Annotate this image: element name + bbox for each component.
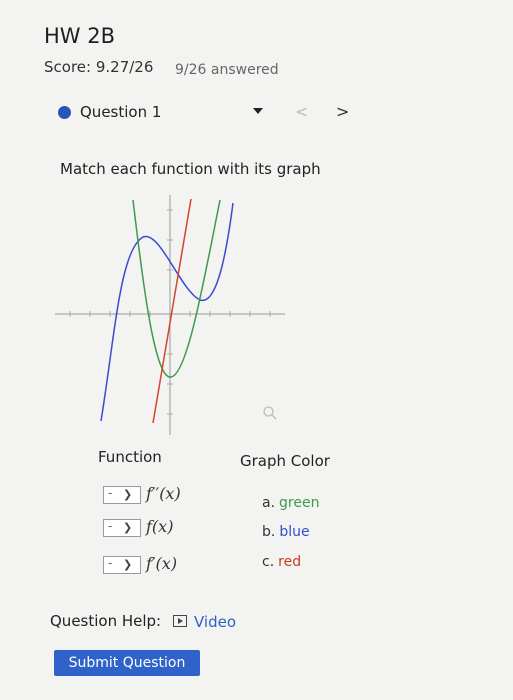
question-selector[interactable]: Question 1 < >: [58, 102, 358, 126]
function-graph: [55, 195, 285, 435]
red-line: [152, 198, 192, 424]
video-icon[interactable]: [173, 615, 187, 627]
function-column-header: Function: [98, 448, 162, 466]
score-text: Score: 9.27/26: [44, 58, 154, 76]
option-color-name: blue: [279, 524, 310, 540]
question-label: Question 1: [80, 103, 162, 121]
magnify-icon[interactable]: [262, 405, 278, 421]
function-label: f′(x): [146, 554, 178, 573]
color-option: a. green: [262, 495, 319, 511]
color-option: c. red: [262, 554, 301, 570]
option-letter: a.: [262, 495, 276, 511]
function-label: f(x): [146, 517, 174, 536]
question-status-dot: [58, 106, 71, 119]
submit-question-button[interactable]: Submit Question: [54, 650, 200, 676]
assignment-title: HW 2B: [44, 24, 115, 48]
option-color-name: green: [279, 495, 320, 511]
option-letter: b.: [262, 524, 276, 540]
select-value: -: [108, 556, 113, 570]
homework-page: HW 2B Score: 9.27/26 9/26 answered Quest…: [0, 0, 513, 700]
question-prompt: Match each function with its graph: [60, 160, 321, 178]
color-option: b. blue: [262, 524, 310, 540]
select-value: -: [108, 486, 113, 500]
previous-question-icon[interactable]: <: [295, 102, 308, 121]
next-question-icon[interactable]: >: [336, 102, 349, 121]
option-letter: c.: [262, 554, 275, 570]
chevron-down-icon: ❯: [123, 488, 133, 501]
answered-count: 9/26 answered: [175, 62, 279, 78]
question-help-label: Question Help:: [50, 612, 162, 630]
graph-color-column-header: Graph Color: [240, 452, 330, 470]
option-color-name: red: [278, 554, 302, 570]
function-label: f′′(x): [146, 484, 181, 503]
answer-select[interactable]: - ❯: [103, 556, 141, 574]
answer-select[interactable]: - ❯: [103, 519, 141, 537]
chevron-down-icon: ❯: [123, 521, 133, 534]
chevron-down-icon: ❯: [123, 558, 133, 571]
answer-select[interactable]: - ❯: [103, 486, 141, 504]
select-value: -: [108, 519, 113, 533]
dropdown-caret-icon[interactable]: [253, 108, 263, 114]
video-link[interactable]: Video: [194, 613, 236, 631]
